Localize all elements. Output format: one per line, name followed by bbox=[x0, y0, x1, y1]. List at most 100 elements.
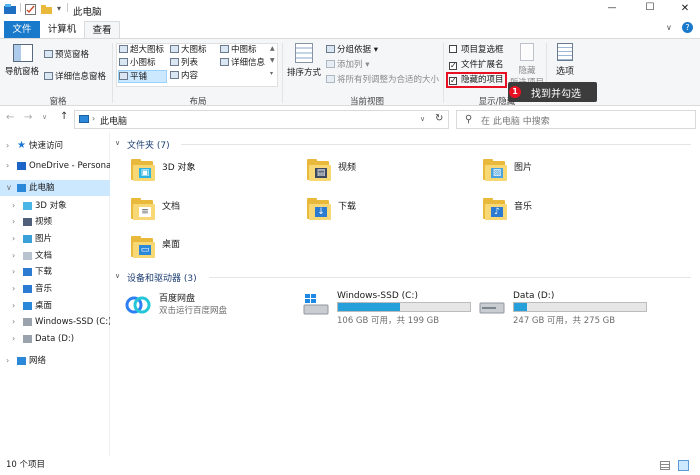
hidden-items-toggle[interactable]: ✓ 隐藏的项目 bbox=[449, 74, 504, 86]
folder-item[interactable]: ▭ 桌面 bbox=[131, 236, 281, 266]
address-row: ← → ∨ ↑ › 此电脑 ∨ ↻ ⚲ 在 此电脑 中搜索 bbox=[0, 106, 700, 132]
folders-section-header[interactable]: 文件夹 (7) bbox=[127, 138, 170, 151]
layout-medium[interactable]: 中图标 bbox=[220, 44, 257, 56]
folder-item[interactable]: ≡ 文档 bbox=[131, 198, 281, 228]
details-pane-button[interactable]: 详细信息窗格 bbox=[44, 71, 106, 83]
expand-chevron-icon[interactable]: › bbox=[12, 314, 15, 330]
expand-chevron-icon[interactable]: › bbox=[6, 353, 9, 369]
layout-content[interactable]: 内容 bbox=[170, 70, 198, 82]
device-item[interactable]: Windows-SSD (C:) 106 GB 可用，共 199 GB bbox=[303, 291, 475, 326]
device-item[interactable]: 百度网盘 双击运行百度网盘 bbox=[125, 291, 297, 323]
large-icons-view-icon[interactable] bbox=[678, 460, 689, 471]
gallery-scroll-up[interactable]: ▲ bbox=[270, 45, 275, 52]
tab-view[interactable]: 查看 bbox=[84, 21, 120, 39]
up-button[interactable]: ↑ bbox=[60, 111, 68, 122]
folders-collapse-icon[interactable]: ∨ bbox=[115, 139, 120, 147]
group-by-button[interactable]: 分组依据 ▾ bbox=[326, 44, 378, 56]
file-extensions-checkbox[interactable]: ✓ bbox=[449, 62, 457, 70]
address-bar[interactable]: › 此电脑 ∨ ↻ bbox=[74, 110, 449, 129]
sidebar-item[interactable]: ∨ 此电脑 bbox=[0, 180, 110, 196]
expand-chevron-icon[interactable]: › bbox=[12, 231, 15, 247]
sidebar-item[interactable]: › 图片 bbox=[0, 231, 110, 247]
device-name: 百度网盘 bbox=[159, 294, 196, 304]
expand-chevron-icon[interactable]: › bbox=[12, 281, 15, 297]
layout-large[interactable]: 大图标 bbox=[170, 44, 207, 56]
fit-columns-button[interactable]: 将所有列调整为合适的大小 bbox=[326, 74, 439, 86]
gallery-scroll-down[interactable]: ▼ bbox=[270, 57, 275, 64]
expand-chevron-icon[interactable]: ∨ bbox=[6, 180, 12, 196]
ribbon-separator bbox=[112, 43, 113, 103]
device-item[interactable]: Data (D:) 247 GB 可用，共 275 GB bbox=[479, 291, 651, 326]
list-icon bbox=[170, 58, 179, 66]
expand-chevron-icon[interactable]: › bbox=[12, 331, 15, 347]
folder-item[interactable]: ▨ 图片 bbox=[483, 159, 633, 189]
properties-icon[interactable] bbox=[25, 4, 36, 15]
layout-tiles[interactable]: 平铺 bbox=[118, 70, 167, 83]
folder-item[interactable]: ♪ 音乐 bbox=[483, 198, 633, 228]
options-button[interactable]: 选项 bbox=[552, 43, 578, 77]
recent-locations-button[interactable]: ∨ bbox=[42, 113, 47, 121]
large-icon bbox=[170, 45, 179, 53]
sidebar-item[interactable]: › 桌面 bbox=[0, 298, 110, 314]
hide-selected-label: 隐藏 bbox=[518, 66, 536, 76]
sidebar-item[interactable]: › 视频 bbox=[0, 214, 110, 230]
folder-item[interactable]: ▣ 3D 对象 bbox=[131, 159, 281, 189]
sidebar-item[interactable]: › 3D 对象 bbox=[0, 198, 110, 214]
back-button[interactable]: ← bbox=[6, 112, 14, 123]
maximize-button[interactable]: ☐ bbox=[640, 2, 660, 13]
ribbon-collapse-icon[interactable]: ∨ bbox=[666, 23, 672, 32]
item-checkboxes-label: 项目复选框 bbox=[461, 45, 504, 55]
layout-extra-large[interactable]: 超大图标 bbox=[119, 44, 164, 56]
devices-section-header[interactable]: 设备和驱动器 (3) bbox=[127, 271, 197, 284]
address-path[interactable]: 此电脑 bbox=[100, 114, 127, 127]
folder-item[interactable]: ▤ 视频 bbox=[307, 159, 457, 189]
minimize-button[interactable]: — bbox=[602, 3, 622, 13]
extra-large-icon bbox=[119, 45, 128, 53]
layout-extra-large-label: 超大图标 bbox=[130, 45, 165, 55]
search-box[interactable]: ⚲ 在 此电脑 中搜索 bbox=[456, 110, 696, 129]
layout-list[interactable]: 列表 bbox=[170, 57, 198, 69]
new-folder-icon[interactable] bbox=[41, 4, 52, 15]
add-column-button[interactable]: 添加列 ▾ bbox=[326, 59, 369, 71]
refresh-button[interactable]: ↻ bbox=[435, 113, 443, 124]
close-button[interactable]: ✕ bbox=[675, 3, 695, 14]
music-icon: ♪ bbox=[483, 198, 509, 220]
qat-customize-icon[interactable]: ▾ bbox=[57, 4, 61, 13]
sort-button[interactable]: 排序方式 bbox=[286, 43, 322, 78]
expand-chevron-icon[interactable]: › bbox=[12, 264, 15, 280]
expand-chevron-icon[interactable]: › bbox=[12, 248, 15, 264]
layout-details[interactable]: 详细信息 bbox=[220, 57, 265, 69]
hidden-items-checkbox[interactable]: ✓ bbox=[449, 77, 457, 85]
expand-chevron-icon[interactable]: › bbox=[12, 214, 15, 230]
folder-item[interactable]: ↓ 下载 bbox=[307, 198, 457, 228]
item-checkboxes-toggle[interactable]: 项目复选框 bbox=[449, 44, 504, 56]
expand-chevron-icon[interactable]: › bbox=[12, 198, 15, 214]
help-icon[interactable]: ? bbox=[682, 22, 693, 33]
expand-chevron-icon[interactable]: › bbox=[6, 138, 9, 154]
sidebar-item[interactable]: › 文档 bbox=[0, 248, 110, 264]
forward-button[interactable]: → bbox=[24, 112, 32, 123]
sidebar-item[interactable]: › 网络 bbox=[0, 353, 110, 369]
nav-pane-button[interactable]: 导航窗格 bbox=[5, 44, 40, 80]
devices-collapse-icon[interactable]: ∨ bbox=[115, 272, 120, 280]
item-checkboxes-checkbox[interactable] bbox=[449, 45, 457, 53]
sidebar-item[interactable]: › 音乐 bbox=[0, 281, 110, 297]
sidebar-item[interactable]: › Data (D:) bbox=[0, 331, 110, 347]
file-extensions-toggle[interactable]: ✓ 文件扩展名 bbox=[449, 59, 504, 71]
sidebar-item[interactable]: › ★ 快速访问 bbox=[0, 138, 110, 154]
layout-list-label: 列表 bbox=[181, 58, 199, 68]
sidebar-item[interactable]: › Windows-SSD (C:) bbox=[0, 314, 110, 330]
tab-computer[interactable]: 计算机 bbox=[42, 21, 82, 38]
expand-chevron-icon[interactable]: › bbox=[6, 158, 9, 174]
sidebar-item[interactable]: › OneDrive - Persona bbox=[0, 158, 110, 174]
layout-small[interactable]: 小图标 bbox=[119, 57, 156, 69]
tab-file[interactable]: 文件 bbox=[4, 21, 40, 38]
preview-pane-button[interactable]: 预览窗格 bbox=[44, 49, 89, 61]
drive-usage-bar bbox=[337, 302, 471, 312]
sidebar-item[interactable]: › 下载 bbox=[0, 264, 110, 280]
address-dropdown[interactable]: ∨ bbox=[420, 115, 425, 123]
device-name: Windows-SSD (C:) bbox=[337, 291, 418, 301]
gallery-expand[interactable]: ▾ bbox=[270, 70, 273, 77]
expand-chevron-icon[interactable]: › bbox=[12, 298, 15, 314]
details-view-icon[interactable] bbox=[660, 461, 670, 470]
